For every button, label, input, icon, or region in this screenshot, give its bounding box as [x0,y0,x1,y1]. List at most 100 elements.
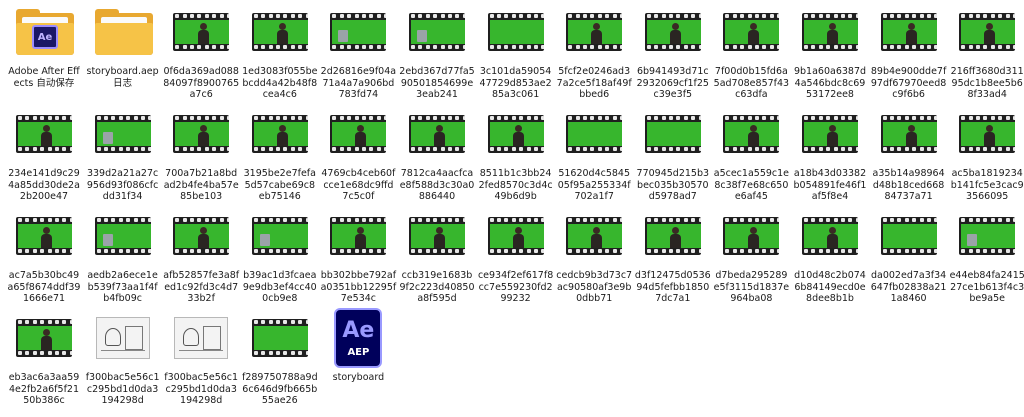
file-item[interactable]: 3c101da5905447729d853ae285a3c061 [478,2,554,100]
file-item[interactable]: e44eb84fa241527ce1b613f4c3be9a5e [949,206,1024,304]
file-item[interactable]: f289750788a9d6c646d9fb665b55ae26 [242,308,318,406]
file-thumbnail[interactable] [566,4,623,60]
file-thumbnail[interactable] [95,310,151,366]
file-thumbnail[interactable] [644,106,701,162]
file-item[interactable]: bb302bbe792afa0351bb12295f7e534c [320,206,396,304]
person-silhouette [827,23,838,44]
file-item[interactable]: d10d48c2b0746b84149ecd0e8dee8b1b [792,206,868,304]
file-thumbnail[interactable] [16,208,72,264]
film-sprockets [881,218,937,223]
file-item[interactable]: afb52857fe3a8fed1c92fd3c4d733b2f [163,206,239,304]
file-item[interactable]: 0f6da369ad08884097f8900765a7c6 [163,2,239,100]
video-preview-frame [96,224,151,248]
file-thumbnail[interactable] [94,106,151,162]
file-thumbnail[interactable] [723,106,780,162]
file-thumbnail[interactable] [16,310,72,366]
file-thumbnail[interactable] [173,208,230,264]
file-thumbnail[interactable] [959,208,1016,264]
video-file-icon [330,13,387,51]
film-sprockets [802,45,858,50]
file-item[interactable]: a5cec1a559c1e8c38f7e68c650e6af45 [713,104,789,202]
file-item[interactable]: 234e141d9c294a85dd30de2a2b200e47 [6,104,82,202]
file-item[interactable]: f300bac5e56c1c295bd1d0da3194298d [85,308,161,406]
file-item[interactable]: Ae AEP storyboard [320,308,396,406]
file-item[interactable]: cedcb9b3d73c7ac90580af3e9b0dbb71 [556,206,632,304]
file-item[interactable]: ccb319e1683b9f2c223d40850a8f595d [399,206,475,304]
file-item[interactable]: 3195be2e7fefa5d57cabe69c8eb75146 [242,104,318,202]
file-item[interactable]: 7f00d0b15fd6a5ad708e857f43c63dfa [713,2,789,100]
file-thumbnail[interactable] [251,106,308,162]
file-item[interactable]: ac7a5b30bc49a65f8674ddf391666e71 [6,206,82,304]
file-thumbnail[interactable] [173,4,230,60]
file-thumbnail[interactable]: Ae AEP [330,308,386,368]
file-item[interactable]: 89b4e900dde7f97df67970eed8c9f6b6 [871,2,947,100]
film-sprockets [566,45,623,50]
film-sprockets [645,116,701,121]
file-thumbnail[interactable] [566,208,623,264]
file-thumbnail[interactable] [173,106,230,162]
file-thumbnail[interactable] [644,4,701,60]
file-item[interactable]: d3f12475d053694d5fefbb18507dc7a1 [635,206,711,304]
file-thumbnail[interactable] [94,4,153,60]
file-thumbnail[interactable] [251,4,308,60]
file-item[interactable]: 6b941493d71c2932069cf1f25c39e3f5 [635,2,711,100]
file-item[interactable]: 7812ca4aacfcae8f588d3c30a0886440 [399,104,475,202]
file-item[interactable]: 770945d215b3bec035b30570d5978ad7 [635,104,711,202]
file-item[interactable]: a18b43d03382b054891fe46f1af5f8e4 [792,104,868,202]
file-thumbnail[interactable] [566,106,623,162]
file-thumbnail[interactable] [802,106,858,162]
file-thumbnail[interactable] [409,208,465,264]
file-item[interactable]: 4769cb4ceb60fcce1e68dc9ffd7c5c0f [320,104,396,202]
file-thumbnail[interactable]: Ae [16,4,74,60]
file-thumbnail[interactable] [330,106,387,162]
file-thumbnail[interactable] [802,4,858,60]
file-item[interactable]: 2d26816e9f04a71a4a7a906bd783fd74 [320,2,396,100]
file-item[interactable]: 339d2a21a27c956d93f086cfcdd31f34 [85,104,161,202]
file-item[interactable]: b39ac1d3fcaea9e9db3ef4cc400cb9e8 [242,206,318,304]
file-thumbnail[interactable] [723,4,780,60]
file-thumbnail[interactable] [94,208,151,264]
file-item[interactable]: ce934f2ef617f8cc7e559230fd299232 [478,206,554,304]
film-sprockets [252,351,308,356]
file-thumbnail[interactable] [723,208,780,264]
file-item[interactable]: 5fcf2e0246ad37a2ce5f18af49fbbed6 [556,2,632,100]
file-item[interactable]: aedb2a6ece1eb539f73aa1f4fb4fb09c [85,206,161,304]
file-thumbnail[interactable] [251,310,308,366]
file-thumbnail[interactable] [880,208,937,264]
file-item[interactable]: d7beda295289e5f3115d1837e964ba08 [713,206,789,304]
file-thumbnail[interactable] [959,106,1016,162]
file-item[interactable]: 700a7b21a8bdad2b4fe4ba57e85be103 [163,104,239,202]
file-item[interactable]: 216ff3680d31195dc1b8ee5b68f33ad4 [949,2,1024,100]
file-thumbnail[interactable] [880,106,937,162]
film-sprockets [959,45,1016,50]
file-item[interactable]: da002ed7a3f34647fb02838a211a8460 [871,206,947,304]
file-thumbnail[interactable] [880,4,937,60]
film-sprockets [252,147,308,152]
file-thumbnail[interactable] [487,106,544,162]
file-item[interactable]: 1ed3083f055bebcdd4a42b48f8cea4c6 [242,2,318,100]
file-item[interactable]: 9b1a60a6387d4a546bdc8c6953172ee8 [792,2,868,100]
file-item[interactable]: f300bac5e56c1c295bd1d0da3194298d [163,308,239,406]
film-sprockets [566,147,623,152]
file-thumbnail[interactable] [16,106,72,162]
file-thumbnail[interactable] [802,208,858,264]
file-thumbnail[interactable] [251,208,308,264]
file-thumbnail[interactable] [959,4,1016,60]
file-item[interactable]: Ae Adobe After Effects 自动保存 [6,2,82,100]
file-item[interactable]: 2ebd367d77fa590501854699e3eab241 [399,2,475,100]
video-file-icon [959,217,1016,255]
file-item[interactable]: ac5ba1819234b141fc5e3cac93566095 [949,104,1024,202]
file-thumbnail[interactable] [487,208,544,264]
file-item[interactable]: storyboard.aep 日志 [85,2,161,100]
file-thumbnail[interactable] [173,310,229,366]
file-thumbnail[interactable] [330,4,387,60]
file-thumbnail[interactable] [644,208,701,264]
file-thumbnail[interactable] [487,4,544,60]
file-thumbnail[interactable] [409,106,465,162]
file-item[interactable]: 51620d4c584505f95a255334f702a1f7 [556,104,632,202]
file-item[interactable]: eb3ac6a3aa594e2fb2a6f5f2150b386c [6,308,82,406]
file-thumbnail[interactable] [330,208,387,264]
file-item[interactable]: a35b14a98964d48b18ced66884737a71 [871,104,947,202]
file-thumbnail[interactable] [409,4,465,60]
file-item[interactable]: 8511b1c3bb242fed8570c3d4c49b6d9b [478,104,554,202]
